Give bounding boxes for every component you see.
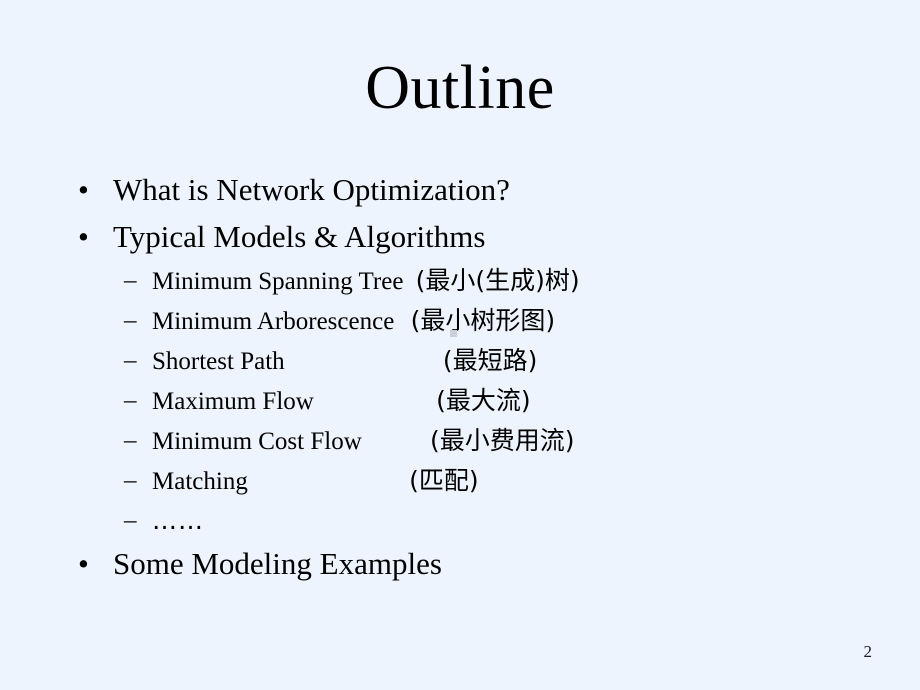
bullet-marker: • <box>78 172 89 207</box>
list-item: – Minimum Spanning Tree (最小(生成)树) <box>0 262 920 302</box>
dash-marker: – <box>124 387 137 414</box>
dash-marker: – <box>124 467 137 494</box>
list-item-label-en: Shortest Path <box>152 348 285 375</box>
list-item-label-cn: (最小费用流) <box>430 426 575 455</box>
list-item-label: Typical Models & Algorithms <box>113 219 486 254</box>
dash-marker: – <box>124 507 137 534</box>
list-item-label-cn: (最小(生成)树) <box>415 266 580 295</box>
page-number: 2 <box>863 642 873 661</box>
page-title: Outline <box>365 54 555 122</box>
bullet-marker: • <box>78 219 89 254</box>
list-item: – Minimum Cost Flow (最小费用流) <box>0 422 920 462</box>
dash-marker: – <box>124 307 137 334</box>
list-item-label: Some Modeling Examples <box>113 546 442 581</box>
list-item: – Maximum Flow (最大流) <box>0 382 920 422</box>
list-item-label-cn: (最大流) <box>436 386 531 415</box>
list-item: • What is Network Optimization? <box>0 168 920 215</box>
ellipsis-label: …… <box>152 506 204 535</box>
bullet-marker: • <box>78 546 89 581</box>
list-item-label-en: Minimum Cost Flow <box>152 428 362 455</box>
list-item: – …… <box>0 502 920 542</box>
list-item-label-cn: (最小树形图) <box>410 306 556 335</box>
list-item: – Shortest Path (最短路) <box>0 342 920 382</box>
dash-marker: – <box>124 347 137 374</box>
dash-marker: – <box>124 427 137 454</box>
list-item-label-en: Matching <box>152 468 248 495</box>
stray-square-artifact <box>450 330 457 337</box>
list-item-label: What is Network Optimization? <box>113 172 510 207</box>
list-item-label-en: Maximum Flow <box>152 388 314 415</box>
list-item: – Matching (匹配) <box>0 462 920 502</box>
list-item: • Typical Models & Algorithms <box>0 215 920 262</box>
list-item-label-cn: (最短路) <box>442 346 538 375</box>
slide: Outline • What is Network Optimization? … <box>0 0 920 690</box>
list-item: – Minimum Arborescence (最小树形图) <box>0 302 920 342</box>
list-item-label-cn: (匹配) <box>409 466 479 495</box>
list-item-label-en: Minimum Arborescence <box>152 308 395 335</box>
list-item: • Some Modeling Examples <box>0 542 920 589</box>
list-item-label-en: Minimum Spanning Tree <box>152 268 404 295</box>
dash-marker: – <box>124 267 137 294</box>
outline-list: • What is Network Optimization? • Typica… <box>0 168 920 589</box>
